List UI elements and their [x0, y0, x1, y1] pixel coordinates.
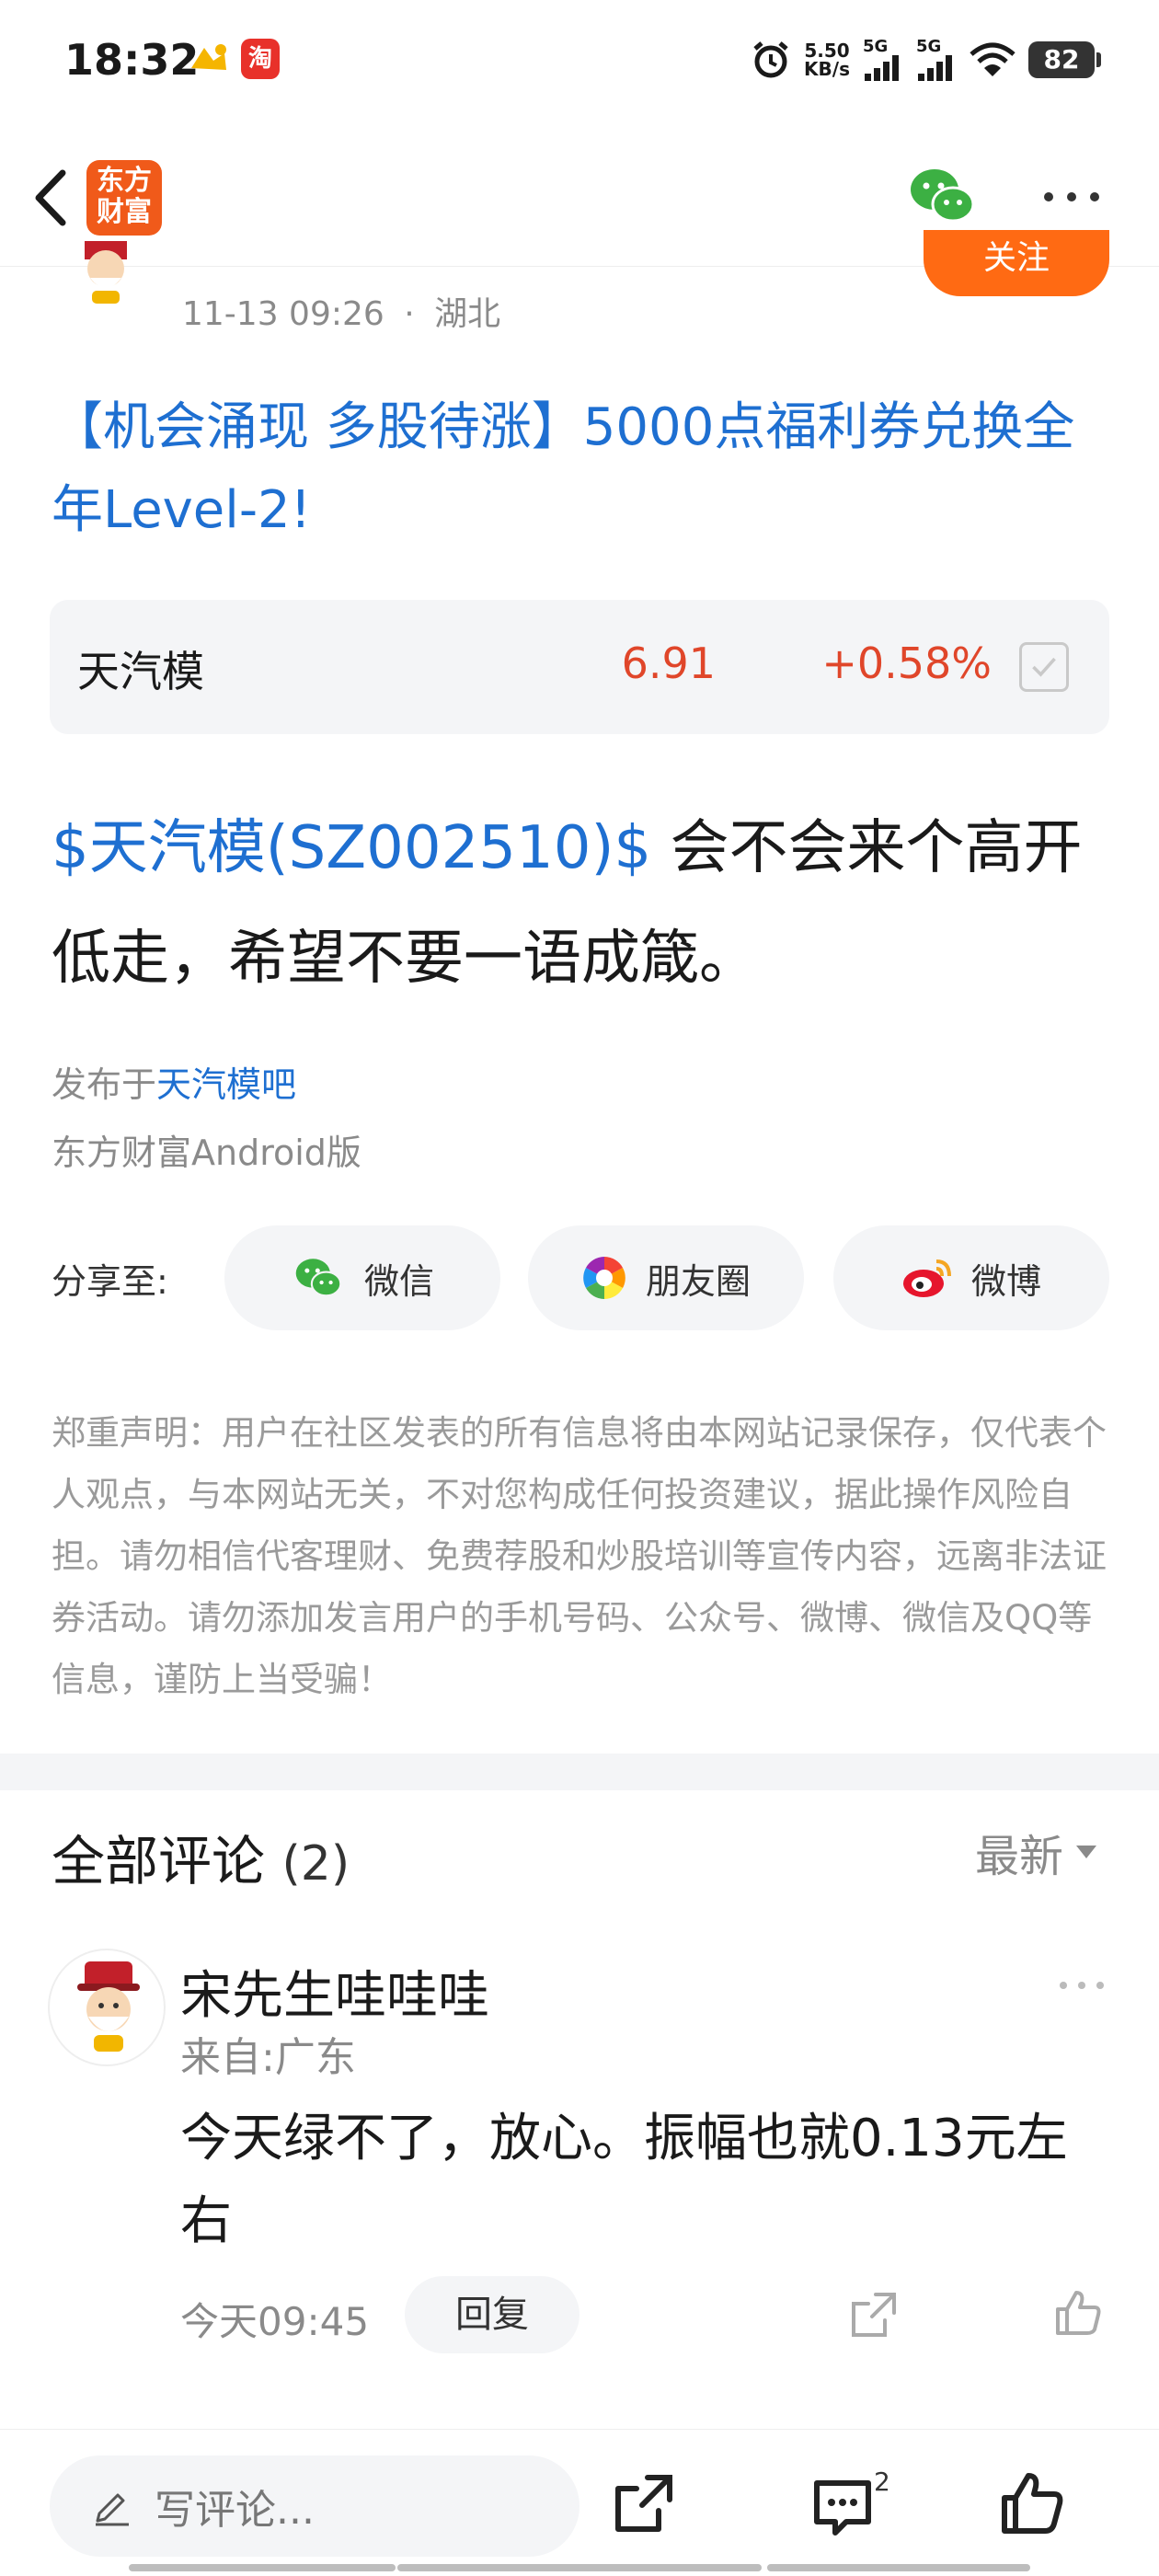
sort-dropdown[interactable]: 最新: [975, 1820, 1097, 1884]
status-time: 18:32: [64, 35, 200, 85]
section-divider: [0, 1754, 1159, 1790]
moments-icon: [583, 1257, 625, 1299]
commenter-avatar[interactable]: [48, 1949, 166, 2066]
share-comment-icon[interactable]: [848, 2289, 900, 2340]
publish-info: 发布于天汽模吧: [52, 1056, 296, 1107]
share-weibo-label: 微博: [970, 1260, 1041, 1302]
comment-more-icon[interactable]: [1056, 1978, 1107, 1993]
taobao-notification-icon: 淘: [241, 39, 280, 79]
comments-heading: 全部评论 (2): [52, 1818, 350, 1895]
signal-1: 5G: [863, 39, 903, 81]
follow-label: 关注: [982, 239, 1050, 277]
post-title[interactable]: 【机会涌现 多股待涨】5000点福利券兑换全年Level-2!: [52, 386, 1119, 552]
notification-app-icon: [191, 44, 226, 70]
stock-tag-link[interactable]: $天汽模(SZ002510)$: [52, 814, 651, 882]
compose-placeholder: 写评论...: [155, 2487, 315, 2534]
alarm-icon: [753, 41, 788, 78]
post-location: 湖北: [434, 295, 501, 333]
share-moments-button[interactable]: 朋友圈: [528, 1225, 804, 1330]
status-indicators: 5.50 KB/s 5G 5G 82: [751, 37, 1101, 83]
post-meta: 11-13 09:26 · 湖北: [182, 287, 500, 335]
stock-name: 天汽模: [77, 647, 204, 696]
signal-bars-icon: [918, 55, 952, 81]
like-comment-icon[interactable]: [1052, 2287, 1104, 2339]
client-info: 东方财富Android版: [52, 1133, 361, 1173]
post-time: 11-13 09:26: [182, 295, 384, 333]
author-avatar[interactable]: [64, 241, 147, 307]
commenter-name[interactable]: 宋先生哇哇哇: [180, 1954, 489, 2029]
sort-label: 最新: [975, 1831, 1064, 1882]
add-watchlist-checkbox[interactable]: [1019, 642, 1069, 692]
status-bar: 18:32 淘 5.50 KB/s 5G 5G 82: [0, 0, 1159, 129]
logo-line-2: 财富: [97, 196, 152, 228]
network-speed-value: 5.50: [804, 40, 850, 62]
write-comment-input[interactable]: 写评论...: [50, 2455, 580, 2557]
author-avatar-image: [85, 241, 127, 304]
disclaimer-text: 郑重声明：用户在社区发表的所有信息将由本网站记录保存，仅代表个人观点，与本网站无…: [52, 1413, 1107, 1699]
stock-price: 6.91: [621, 638, 716, 688]
reply-button[interactable]: 回复: [405, 2276, 580, 2353]
wechat-icon[interactable]: [907, 164, 977, 228]
signal-bars-icon: [865, 55, 899, 81]
share-label: 分享至:: [52, 1261, 168, 1302]
network-speed: 5.50 KB/s: [804, 41, 850, 78]
forum-link[interactable]: 天汽模吧: [156, 1064, 296, 1105]
comments-count: (2): [281, 1836, 350, 1892]
chevron-down-icon: [1076, 1846, 1097, 1858]
network-type-2: 5G: [916, 37, 942, 56]
share-icon[interactable]: [611, 2470, 677, 2536]
bottom-action-bar: 写评论... 2: [0, 2429, 1159, 2576]
network-type-1: 5G: [863, 37, 889, 56]
follow-button[interactable]: 关注: [924, 230, 1109, 296]
battery-indicator: 82: [1028, 41, 1101, 78]
wechat-icon: [295, 1259, 342, 1297]
stock-quote-card[interactable]: 天汽模 6.91 +0.58%: [50, 600, 1109, 734]
comment-icon[interactable]: [809, 2474, 876, 2540]
nav-gesture-bar-2: [397, 2564, 762, 2571]
share-weibo-button[interactable]: 微博: [833, 1225, 1109, 1330]
share-moments-label: 朋友圈: [645, 1260, 751, 1302]
signal-2: 5G: [916, 39, 957, 81]
publish-prefix: 发布于: [52, 1064, 157, 1105]
comment-text: 今天绿不了，放心。振幅也就0.13元左右: [180, 2109, 1068, 2251]
logo-line-1: 东方: [97, 165, 152, 197]
back-icon[interactable]: [22, 156, 77, 239]
nav-gesture-bar-3: [767, 2564, 1030, 2571]
comment-count-badge: 2: [874, 2467, 890, 2497]
share-wechat-label: 微信: [363, 1260, 434, 1302]
post-body: $天汽模(SZ002510)$ 会不会来个高开低走，希望不要一语成箴。: [52, 793, 1119, 1014]
comments-title: 全部评论: [52, 1830, 266, 1892]
meta-separator: ·: [404, 295, 415, 333]
wifi-icon: [970, 42, 1016, 76]
app-logo: 东方 财富: [86, 160, 162, 236]
share-wechat-button[interactable]: 微信: [224, 1225, 500, 1330]
commenter-location: 来自:广东: [180, 2034, 356, 2081]
nav-gesture-bar-1: [129, 2564, 396, 2571]
network-speed-unit: KB/s: [804, 58, 850, 80]
comment-time: 今天09:45: [180, 2299, 370, 2344]
pencil-icon: [96, 2493, 129, 2526]
commenter-avatar-image: [77, 1961, 140, 2052]
like-icon[interactable]: [999, 2470, 1065, 2536]
stock-change: +0.58%: [821, 638, 992, 688]
more-icon[interactable]: [1039, 188, 1104, 206]
weibo-icon: [902, 1259, 951, 1297]
